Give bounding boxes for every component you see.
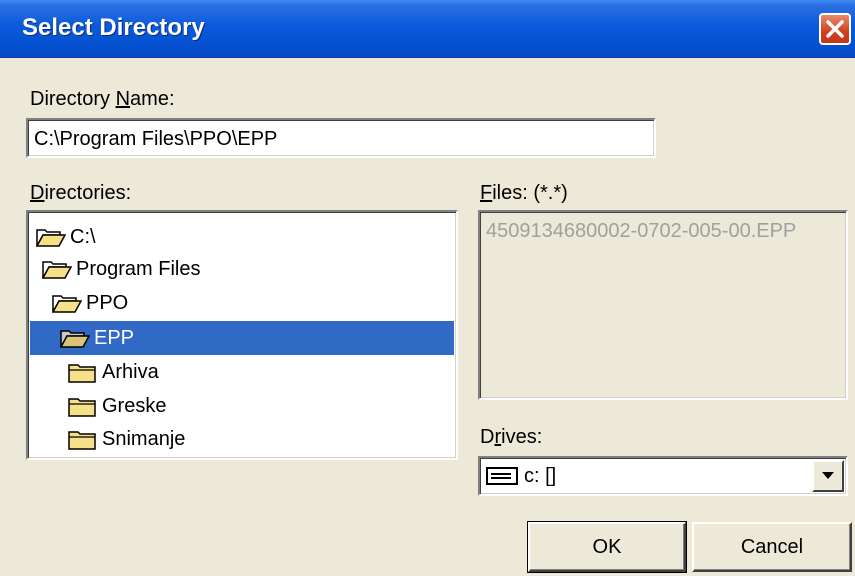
directory-name: PPO bbox=[86, 291, 129, 314]
directory-name: Snimanje bbox=[102, 427, 186, 450]
closed-folder-icon bbox=[68, 431, 96, 450]
open-folder-icon bbox=[42, 261, 72, 279]
close-icon bbox=[826, 20, 844, 38]
directory-item-program-files[interactable]: Program Files bbox=[42, 254, 200, 284]
directory-name: C:\ bbox=[70, 225, 96, 248]
hard-drive-icon bbox=[486, 467, 518, 485]
directory-item-epp-selected[interactable]: EPP bbox=[60, 323, 134, 353]
directory-item-greske[interactable]: Greske bbox=[68, 391, 166, 421]
window-title: Select Directory bbox=[22, 14, 205, 41]
directories-list[interactable]: C:\ Program Files PPO EPP Arhiva Greske … bbox=[26, 210, 458, 460]
directory-name-field[interactable]: C:\Program Files\PPO\EPP bbox=[26, 118, 656, 158]
closed-folder-icon bbox=[68, 398, 96, 417]
drives-label: Drives: bbox=[480, 426, 543, 448]
files-list: 4509134680002-0702-005-00.EPP bbox=[478, 210, 848, 400]
directories-label: Directories: bbox=[30, 182, 132, 204]
files-label: Files: (*.*) bbox=[480, 182, 568, 204]
open-folder-icon bbox=[36, 229, 66, 247]
close-button[interactable] bbox=[819, 13, 851, 45]
drives-dropdown[interactable]: c: [] bbox=[478, 456, 848, 496]
directory-name: Greske bbox=[102, 394, 167, 417]
directory-name: EPP bbox=[94, 326, 135, 349]
directory-item-snimanje[interactable]: Snimanje bbox=[68, 424, 185, 454]
closed-folder-icon bbox=[68, 364, 96, 383]
open-folder-icon bbox=[60, 330, 90, 348]
directory-item-ppo[interactable]: PPO bbox=[52, 288, 128, 318]
open-folder-icon bbox=[52, 295, 82, 313]
chevron-down-icon bbox=[822, 472, 834, 479]
directory-name: Program Files bbox=[76, 257, 201, 280]
drive-selected-value: c: [] bbox=[524, 465, 557, 487]
cancel-button[interactable]: Cancel bbox=[692, 522, 852, 572]
ok-button[interactable]: OK bbox=[527, 521, 687, 573]
directory-item-c[interactable]: C:\ bbox=[36, 222, 96, 252]
file-item: 4509134680002-0702-005-00.EPP bbox=[486, 220, 797, 242]
directory-name-label: Directory Name: bbox=[30, 88, 175, 110]
directory-name: Arhiva bbox=[102, 360, 159, 383]
title-bar[interactable]: Select Directory bbox=[0, 0, 855, 58]
directory-item-arhiva[interactable]: Arhiva bbox=[68, 357, 159, 387]
dropdown-button[interactable] bbox=[812, 460, 844, 492]
